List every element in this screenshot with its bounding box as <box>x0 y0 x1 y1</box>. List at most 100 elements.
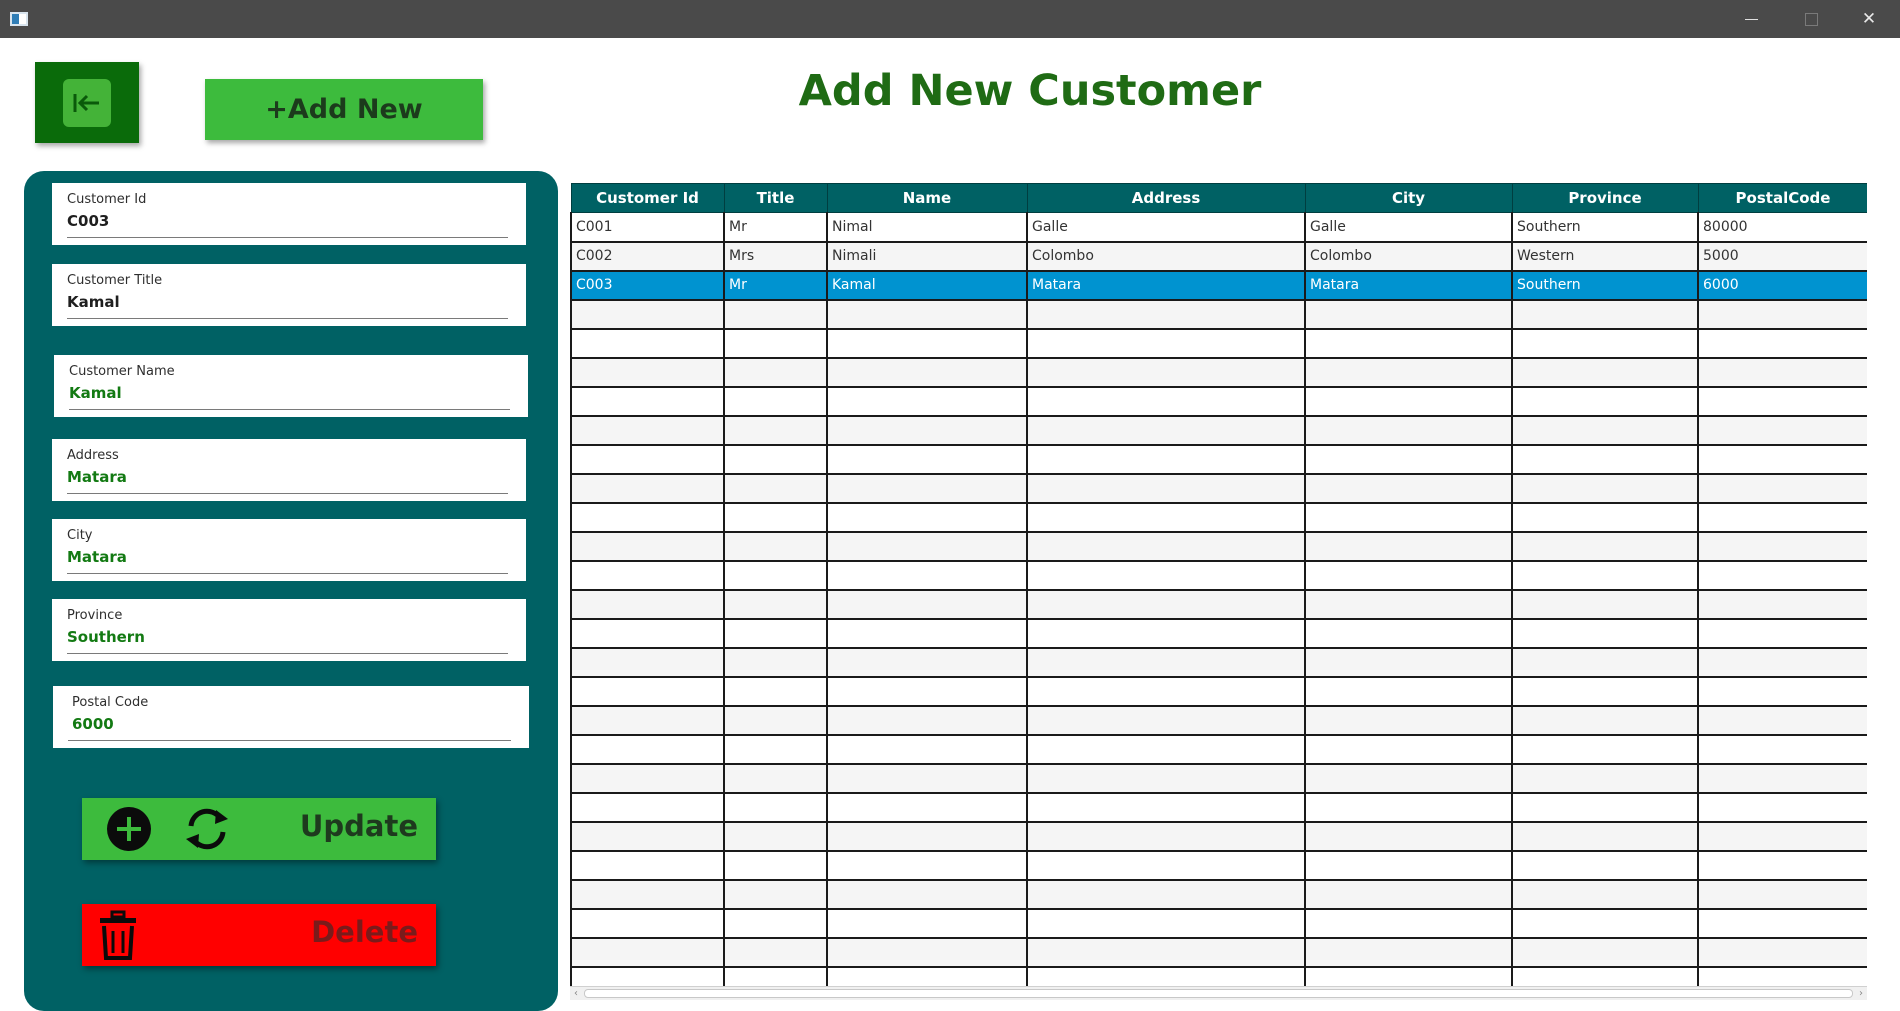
table-cell[interactable] <box>826 937 1027 968</box>
table-cell[interactable] <box>723 908 827 939</box>
table-cell[interactable] <box>1304 386 1512 417</box>
empty-table-row[interactable] <box>570 444 1867 475</box>
address-field[interactable]: Address Matara <box>52 439 526 501</box>
table-cell[interactable] <box>1511 502 1698 533</box>
empty-table-row[interactable] <box>570 821 1867 852</box>
table-cell[interactable] <box>1026 299 1305 330</box>
update-button[interactable]: Update <box>82 798 436 860</box>
table-cell[interactable] <box>1697 299 1867 330</box>
table-cell[interactable]: Colombo <box>1026 241 1305 272</box>
table-cell[interactable] <box>723 647 827 678</box>
table-cell[interactable] <box>1511 589 1698 620</box>
table-cell[interactable] <box>826 357 1027 388</box>
address-input[interactable]: Matara <box>67 468 127 486</box>
table-cell[interactable] <box>1697 473 1867 504</box>
customer-table[interactable]: Customer Id Title Name Address City Prov… <box>570 183 1867 1000</box>
table-cell[interactable] <box>570 328 724 359</box>
empty-table-row[interactable] <box>570 734 1867 765</box>
table-cell[interactable] <box>826 386 1027 417</box>
column-header-name[interactable]: Name <box>826 183 1028 213</box>
table-cell[interactable] <box>826 415 1027 446</box>
table-cell[interactable] <box>723 734 827 765</box>
table-cell[interactable] <box>1026 618 1305 649</box>
table-cell[interactable] <box>570 821 724 852</box>
table-cell[interactable] <box>1304 879 1512 910</box>
table-cell[interactable] <box>1511 444 1698 475</box>
customer-name-input[interactable]: Kamal <box>69 384 122 402</box>
table-cell[interactable] <box>1697 647 1867 678</box>
table-cell[interactable] <box>1697 357 1867 388</box>
empty-table-row[interactable] <box>570 415 1867 446</box>
table-cell[interactable] <box>1697 734 1867 765</box>
table-cell[interactable] <box>723 792 827 823</box>
city-input[interactable]: Matara <box>67 548 127 566</box>
table-cell[interactable] <box>1304 908 1512 939</box>
table-cell[interactable] <box>1304 531 1512 562</box>
table-cell[interactable] <box>826 676 1027 707</box>
table-cell[interactable] <box>1026 560 1305 591</box>
table-cell[interactable] <box>570 560 724 591</box>
table-cell[interactable] <box>1697 618 1867 649</box>
table-cell[interactable] <box>1697 444 1867 475</box>
table-cell[interactable] <box>826 502 1027 533</box>
table-cell[interactable]: 5000 <box>1697 241 1867 272</box>
table-cell[interactable]: Mr <box>723 270 827 301</box>
table-cell[interactable] <box>826 560 1027 591</box>
table-cell[interactable] <box>1511 676 1698 707</box>
table-cell[interactable] <box>723 879 827 910</box>
table-cell[interactable] <box>1026 908 1305 939</box>
table-cell[interactable]: Matara <box>1026 270 1305 301</box>
table-cell[interactable] <box>1511 473 1698 504</box>
table-cell[interactable] <box>570 705 724 736</box>
table-cell[interactable] <box>1026 357 1305 388</box>
table-cell[interactable]: Nimal <box>826 212 1027 243</box>
table-cell[interactable] <box>1697 937 1867 968</box>
table-cell[interactable] <box>570 357 724 388</box>
table-cell[interactable] <box>826 792 1027 823</box>
table-cell[interactable]: Nimali <box>826 241 1027 272</box>
table-cell[interactable] <box>826 328 1027 359</box>
close-button[interactable]: ✕ <box>1840 0 1898 38</box>
table-cell[interactable] <box>1511 734 1698 765</box>
customer-name-field[interactable]: Customer Name Kamal <box>54 355 528 417</box>
empty-table-row[interactable] <box>570 705 1867 736</box>
table-cell[interactable] <box>1026 792 1305 823</box>
table-cell[interactable] <box>1026 444 1305 475</box>
table-cell[interactable]: Galle <box>1026 212 1305 243</box>
table-cell[interactable] <box>1511 560 1698 591</box>
table-cell[interactable] <box>1511 821 1698 852</box>
empty-table-row[interactable] <box>570 531 1867 562</box>
table-cell[interactable] <box>570 937 724 968</box>
table-cell[interactable] <box>1026 473 1305 504</box>
table-cell[interactable] <box>723 502 827 533</box>
table-cell[interactable] <box>1697 386 1867 417</box>
table-cell[interactable] <box>1026 705 1305 736</box>
table-cell[interactable]: C001 <box>570 212 724 243</box>
customer-title-input[interactable]: Kamal <box>67 293 120 311</box>
table-cell[interactable] <box>1304 560 1512 591</box>
table-cell[interactable] <box>570 299 724 330</box>
table-cell[interactable] <box>1511 647 1698 678</box>
table-cell[interactable] <box>826 908 1027 939</box>
table-cell[interactable] <box>723 299 827 330</box>
table-cell[interactable]: Galle <box>1304 212 1512 243</box>
table-cell[interactable] <box>826 705 1027 736</box>
table-cell[interactable] <box>1304 444 1512 475</box>
table-cell[interactable] <box>570 386 724 417</box>
table-cell[interactable] <box>570 473 724 504</box>
table-cell[interactable]: 6000 <box>1697 270 1867 301</box>
customer-title-field[interactable]: Customer Title Kamal <box>52 264 526 326</box>
table-cell[interactable] <box>1511 299 1698 330</box>
table-cell[interactable] <box>723 357 827 388</box>
table-cell[interactable] <box>570 676 724 707</box>
table-cell[interactable] <box>570 879 724 910</box>
table-cell[interactable] <box>1697 531 1867 562</box>
table-cell[interactable] <box>570 502 724 533</box>
table-cell[interactable] <box>826 821 1027 852</box>
table-cell[interactable] <box>1697 792 1867 823</box>
table-cell[interactable] <box>1697 589 1867 620</box>
customer-id-field[interactable]: Customer Id C003 <box>52 183 526 245</box>
table-cell[interactable] <box>1304 937 1512 968</box>
minimize-button[interactable] <box>1722 0 1780 38</box>
table-cell[interactable] <box>1026 850 1305 881</box>
